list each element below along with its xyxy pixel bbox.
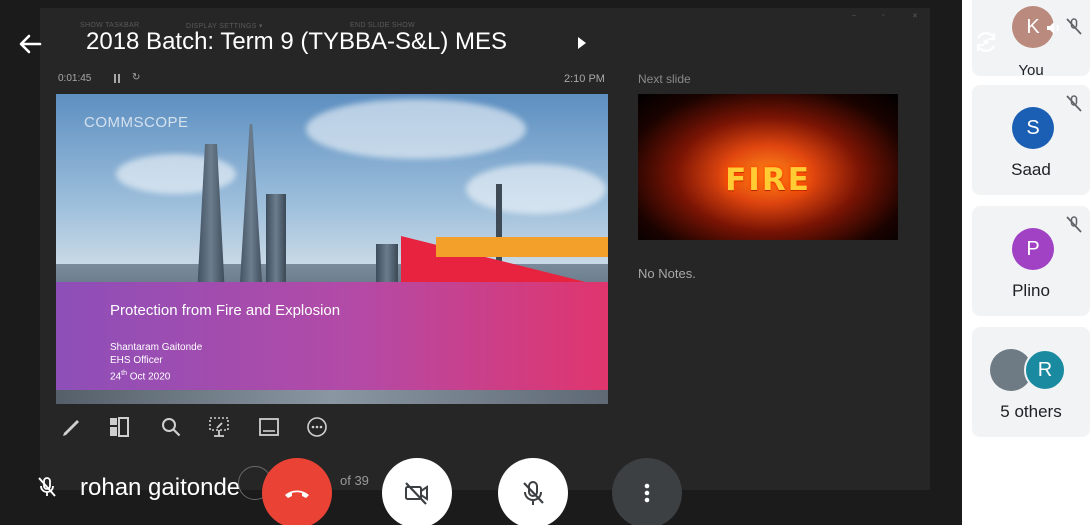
next-slide-label: Next slide — [638, 72, 691, 86]
zoom-icon[interactable] — [158, 414, 184, 440]
more-vert-icon — [644, 483, 650, 503]
presentation-date: 24th Oct 2020 — [110, 370, 171, 383]
volume-icon — [1047, 22, 1059, 34]
pause-icon[interactable] — [114, 74, 122, 83]
company-logo: COMMSCOPE — [84, 114, 189, 131]
slide-author-block: Shantaram Gaitonde EHS Officer 24th Oct … — [110, 341, 202, 383]
participant-name: You — [1018, 62, 1044, 79]
back-arrow-icon[interactable] — [12, 26, 48, 62]
meeting-title[interactable]: 2018 Batch: Term 9 (TYBBA-S&L) MES — [86, 28, 507, 56]
participant-name: Saad — [1011, 160, 1051, 179]
restore-icon[interactable]: ▫ — [882, 12, 885, 19]
mic-off-icon — [1066, 95, 1082, 112]
end-call-icon — [285, 490, 309, 498]
more-options-icon[interactable] — [304, 414, 330, 440]
participant-name: Plino — [1012, 281, 1050, 300]
avatar: P — [1012, 228, 1054, 270]
presentation-stage: SHOW TASKBAR DISPLAY SETTINGS ▾ END SLID… — [0, 0, 962, 525]
close-icon[interactable]: ✕ — [912, 12, 918, 20]
elapsed-timer: 0:01:45 — [58, 73, 92, 84]
participant-tile[interactable]: P Plino — [972, 206, 1090, 316]
speaker-notes: No Notes. — [638, 266, 696, 281]
avatar: R — [1024, 349, 1066, 391]
participants-panel: K You S Saad P Plino R 5 others — [962, 0, 1090, 525]
laser-pointer-icon[interactable] — [206, 414, 232, 440]
microphone-toggle-button[interactable] — [498, 458, 568, 525]
chevron-right-icon[interactable] — [578, 37, 586, 49]
mic-off-icon — [1066, 18, 1082, 35]
end-call-button[interactable] — [262, 458, 332, 525]
author-name: Shantaram Gaitonde — [110, 342, 203, 353]
camera-off-icon — [405, 482, 428, 505]
slide-page-counter: of 39 — [340, 473, 369, 488]
mic-off-icon — [523, 481, 544, 505]
orange-accent-band — [436, 237, 608, 257]
avatar: S — [1012, 107, 1054, 149]
next-slide-preview[interactable]: FIRE — [638, 94, 898, 240]
current-slide[interactable]: COMMSCOPE Protection from Fire and Explo… — [56, 94, 608, 404]
slide-heading: Protection from Fire and Explosion — [110, 302, 341, 319]
cloud — [466, 164, 606, 214]
camera-toggle-button[interactable] — [382, 458, 452, 525]
author-role: EHS Officer — [110, 355, 163, 366]
cloud — [306, 99, 526, 159]
subtitles-icon[interactable] — [256, 414, 282, 440]
participant-tile[interactable]: S Saad — [972, 85, 1090, 195]
reset-timer-icon[interactable]: ↻ — [132, 72, 140, 83]
self-mic-off-icon — [38, 477, 56, 497]
more-options-button[interactable] — [612, 458, 682, 525]
slide-bottom-strip — [56, 390, 608, 404]
clock: 2:10 PM — [564, 73, 605, 85]
switch-camera-icon[interactable] — [968, 24, 1004, 60]
mic-off-icon — [1066, 216, 1082, 233]
fire-title: FIRE — [725, 162, 811, 198]
slides-grid-icon[interactable] — [106, 414, 132, 440]
self-name-label: rohan gaitonde — [80, 474, 241, 501]
pen-icon[interactable] — [58, 414, 84, 440]
participant-tile-others[interactable]: R 5 others — [972, 327, 1090, 437]
minimize-icon[interactable]: – — [852, 12, 856, 19]
participant-name: 5 others — [1000, 402, 1062, 421]
